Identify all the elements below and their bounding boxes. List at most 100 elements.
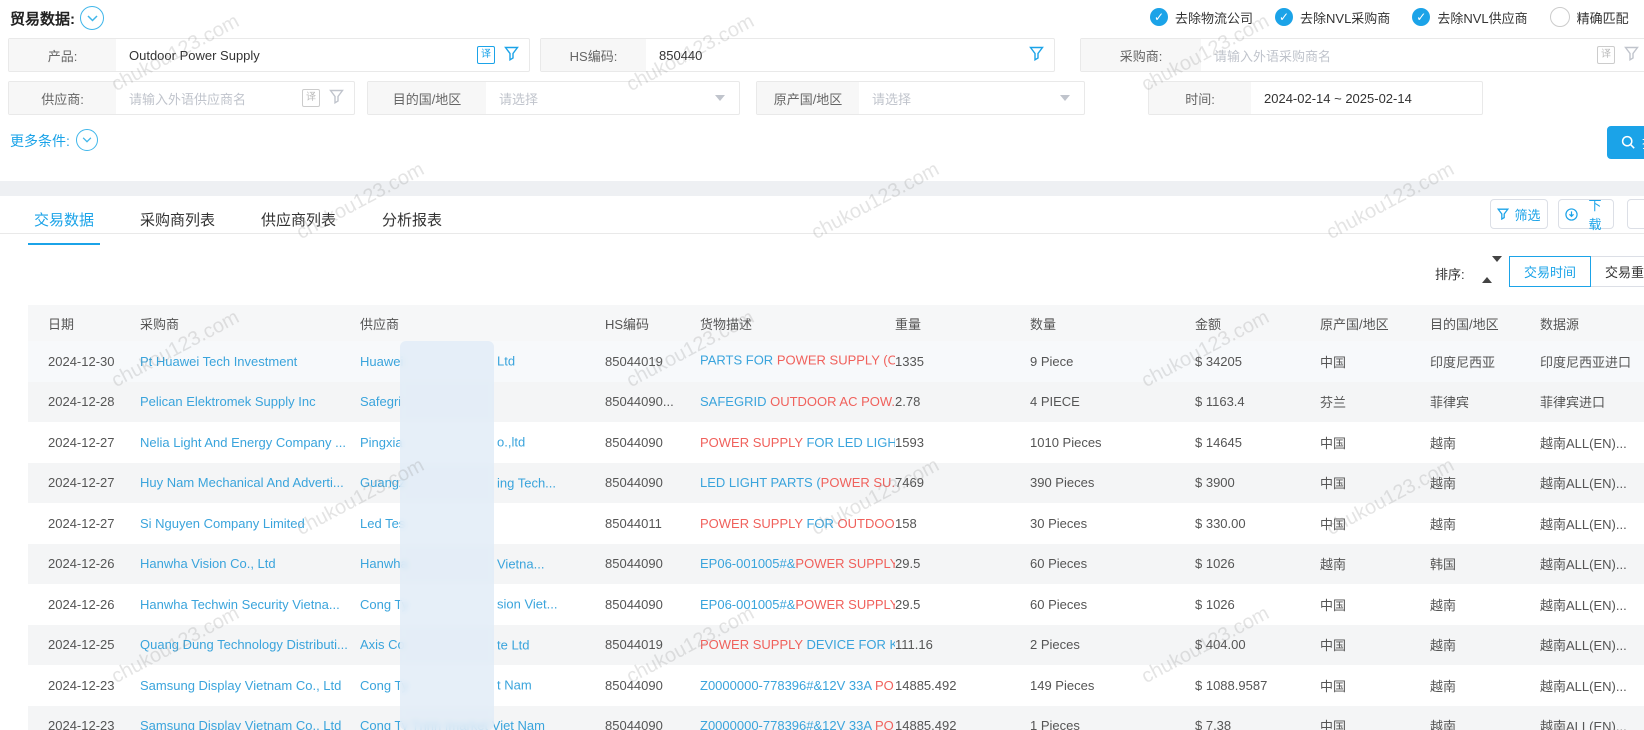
supplier-link-suffix[interactable]: te Ltd	[497, 637, 530, 652]
table-row[interactable]: 2024-12-27Nelia Light And Energy Company…	[28, 422, 1644, 463]
cell-description: EP06-001005#&POWER SUPPLY...	[700, 597, 895, 612]
more-conditions-chevron-icon[interactable]	[76, 129, 98, 151]
goods-description-segment[interactable]: PO	[875, 718, 894, 730]
sort-option-1[interactable]: 交易重量	[1590, 256, 1644, 287]
supplier-link[interactable]: Cong Ty	[360, 678, 408, 693]
buyer-link[interactable]: Huy Nam Mechanical And Adverti...	[140, 475, 344, 490]
table-row[interactable]: 2024-12-23Samsung Display Vietnam Co., L…	[28, 665, 1644, 706]
supplier-link[interactable]: Cong Ty	[360, 597, 408, 612]
table-row[interactable]: 2024-12-30Pt Huawei Tech InvestmentHuawe…	[28, 341, 1644, 382]
tab-3[interactable]: 分析报表	[376, 203, 448, 245]
radio-circle-icon[interactable]	[1550, 7, 1570, 27]
cell-dest-country: 菲律宾	[1430, 392, 1540, 411]
supplier-link-suffix[interactable]: o.,ltd	[497, 435, 525, 450]
goods-description-segment[interactable]: Z0000000-778396#&12V 33A	[700, 718, 875, 730]
goods-description-segment[interactable]: EP06-001005#&	[700, 556, 795, 571]
buyer-input[interactable]: 请输入外语采购商名	[1201, 39, 1597, 71]
subscribe-button[interactable]	[1627, 199, 1644, 229]
buyer-link[interactable]: Samsung Display Vietnam Co., Ltd	[140, 718, 341, 730]
buyer-link[interactable]: Hanwha Techwin Security Vietna...	[140, 597, 340, 612]
supplier-link[interactable]: Pingxia	[360, 435, 403, 450]
table-row[interactable]: 2024-12-27Huy Nam Mechanical And Adverti…	[28, 463, 1644, 504]
sort-option-0[interactable]: 交易时间	[1509, 256, 1591, 287]
table-row[interactable]: 2024-12-28Pelican Elektromek Supply IncS…	[28, 382, 1644, 423]
hs-code-input[interactable]: 850440	[646, 39, 1029, 71]
supplier-link[interactable]: Huawei	[360, 354, 403, 369]
check-circle-icon[interactable]: ✓	[1412, 8, 1430, 26]
table-row[interactable]: 2024-12-26Hanwha Techwin Security Vietna…	[28, 584, 1644, 625]
supplier-link[interactable]: Hanwha	[360, 556, 408, 571]
goods-description-segment[interactable]: POWER SUPPLY...	[795, 556, 895, 571]
goods-description-segment[interactable]: OUTDOOR AC POW...	[770, 394, 895, 409]
translate-icon[interactable]: 译	[1597, 46, 1615, 64]
more-conditions-link[interactable]: 更多条件:	[10, 131, 70, 151]
table-row[interactable]: 2024-12-26Hanwha Vision Co., LtdHanwhaVi…	[28, 544, 1644, 585]
table-row[interactable]: 2024-12-23Samsung Display Vietnam Co., L…	[28, 706, 1644, 730]
supplier-link[interactable]: Axis Co	[360, 637, 405, 652]
buyer-link[interactable]: Nelia Light And Energy Company ...	[140, 435, 346, 450]
supplier-link-suffix[interactable]: sion Viet...	[497, 597, 557, 612]
supplier-link[interactable]: Safegri	[360, 394, 401, 409]
time-range-input[interactable]: 2024-02-14 ~ 2025-02-14	[1251, 82, 1482, 114]
goods-description-segment[interactable]: FOR	[806, 516, 837, 531]
goods-description-segment[interactable]: POWER SU...	[821, 475, 895, 490]
goods-description-segment[interactable]: POWER SUPPLY	[700, 516, 806, 531]
origin-country-select[interactable]: 请选择	[859, 82, 1060, 114]
goods-description-segment[interactable]: SAFEGRID	[700, 394, 770, 409]
exclusion-toggle-1[interactable]: ✓去除NVL采购商	[1275, 8, 1390, 27]
dest-country-select[interactable]: 请选择	[486, 82, 715, 114]
goods-description-segment[interactable]: DEVICE FOR K...	[806, 637, 895, 652]
goods-description-segment[interactable]: POWER SUPPLY...	[795, 597, 895, 612]
supplier-link-suffix[interactable]: t Nam	[497, 678, 532, 693]
header-cell-description: 货物描述	[700, 314, 895, 333]
check-circle-icon[interactable]: ✓	[1150, 8, 1168, 26]
search-button[interactable]: 搜索	[1607, 126, 1644, 159]
hs-code-filter-funnel-icon[interactable]	[1029, 46, 1044, 64]
goods-description-segment[interactable]: PO...	[875, 678, 895, 693]
tab-1[interactable]: 采购商列表	[134, 203, 221, 245]
supplier-link-suffix[interactable]: Ltd	[497, 354, 515, 369]
supplier-link[interactable]: Guangz	[360, 475, 406, 490]
goods-description-segment[interactable]: POWER SUPPLY	[700, 637, 806, 652]
goods-description-segment[interactable]: FOR LED LIGH ...	[806, 435, 895, 450]
product-filter-funnel-icon[interactable]	[504, 46, 519, 64]
goods-description-segment[interactable]: OUTDOO...	[838, 516, 896, 531]
supplier-link-suffix[interactable]: Vietna...	[497, 556, 544, 571]
supplier-link-suffix[interactable]: ing Tech...	[497, 475, 556, 490]
trade-data-page: 贸易数据: ✓去除物流公司✓去除NVL采购商✓去除NVL供应商精确匹配 产品: …	[0, 0, 1644, 730]
supplier-filter-funnel-icon[interactable]	[329, 89, 344, 107]
buyer-link[interactable]: Samsung Display Vietnam Co., Ltd	[140, 678, 341, 693]
tab-2[interactable]: 供应商列表	[255, 203, 342, 245]
exclusion-toggle-2[interactable]: ✓去除NVL供应商	[1412, 8, 1527, 27]
exclusion-toggle-3[interactable]: 精确匹配	[1550, 7, 1629, 27]
buyer-link[interactable]: Pelican Elektromek Supply Inc	[140, 394, 316, 409]
supplier-link[interactable]: Led Tes	[360, 516, 405, 531]
goods-description-segment[interactable]: Z0000000-778396#&12V 33A	[700, 678, 875, 693]
download-button[interactable]: 下载	[1558, 199, 1614, 229]
buyer-link[interactable]: Si Nguyen Company Limited	[140, 516, 305, 531]
buyer-link[interactable]: Pt Huawei Tech Investment	[140, 354, 297, 369]
filter-button[interactable]: 筛选	[1490, 199, 1548, 229]
tab-0[interactable]: 交易数据	[28, 203, 100, 245]
product-input[interactable]: Outdoor Power Supply	[116, 39, 477, 71]
supplier-link[interactable]: Cong Ty Tnhh Imarket Viet Nam	[360, 718, 545, 730]
translate-icon[interactable]: 译	[477, 46, 495, 64]
goods-description-segment[interactable]: POWER SUPPLY	[700, 435, 806, 450]
cell-supplier: Hanwha Vietna...	[360, 556, 605, 571]
goods-description-segment[interactable]: LED LIGHT PARTS (	[700, 475, 821, 490]
cell-weight: 7469	[895, 475, 1030, 490]
table-row[interactable]: 2024-12-25Quang Dung Technology Distribu…	[28, 625, 1644, 666]
exclusion-toggle-0[interactable]: ✓去除物流公司	[1150, 8, 1253, 27]
table-row[interactable]: 2024-12-27Si Nguyen Company LimitedLed T…	[28, 503, 1644, 544]
supplier-input[interactable]: 请输入外语供应商名	[116, 82, 302, 114]
check-circle-icon[interactable]: ✓	[1275, 8, 1293, 26]
buyer-filter-funnel-icon[interactable]	[1624, 46, 1639, 64]
translate-icon[interactable]: 译	[302, 89, 320, 107]
goods-description-segment[interactable]: PARTS FOR	[700, 353, 777, 368]
goods-description-segment[interactable]: EP06-001005#&	[700, 597, 795, 612]
trade-data-collapse-chevron-icon[interactable]	[80, 6, 104, 30]
buyer-link[interactable]: Quang Dung Technology Distributi...	[140, 637, 348, 652]
goods-description-segment[interactable]: POWER SUPPLY (O.	[777, 353, 895, 368]
buyer-link[interactable]: Hanwha Vision Co., Ltd	[140, 556, 276, 571]
sort-direction-icon[interactable]	[1482, 262, 1496, 280]
